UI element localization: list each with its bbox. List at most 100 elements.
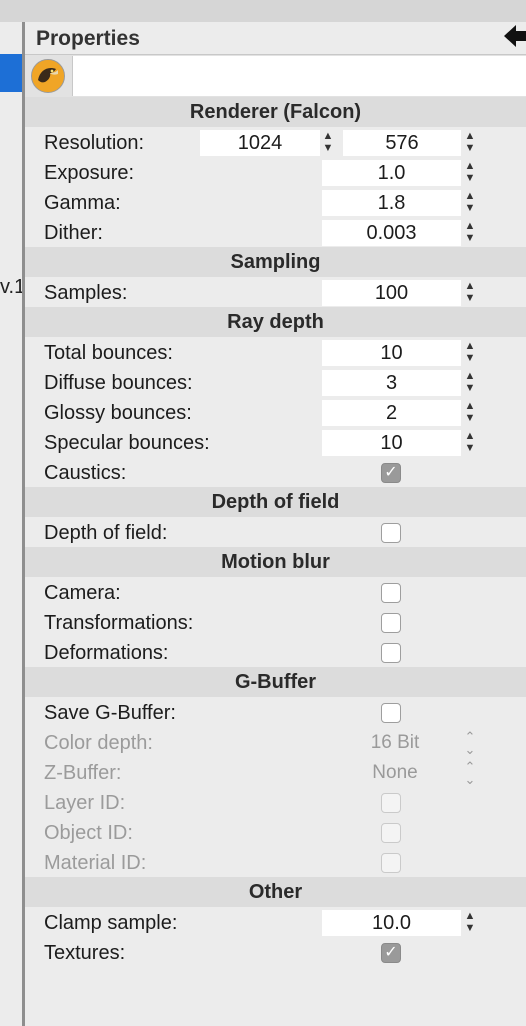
transformations-label: Transformations: [44, 612, 194, 634]
dither-label: Dither: [44, 222, 103, 244]
gamma-stepper[interactable]: ▲ ▼ [463, 190, 477, 216]
arrow-up-icon: ▲ [322, 130, 334, 142]
exposure-stepper[interactable]: ▲ ▼ [463, 160, 477, 186]
arrow-up-icon: ▲ [464, 280, 476, 292]
falcon-logo-icon[interactable] [31, 59, 65, 93]
gamma-label: Gamma: [44, 192, 121, 214]
exposure-label: Exposure: [44, 162, 135, 184]
depth-of-field-label: Depth of field: [44, 522, 168, 544]
camera-label: Camera: [44, 582, 121, 604]
arrow-down-icon: ▼ [464, 292, 476, 304]
panel-title: Properties [36, 27, 140, 50]
arrow-up-icon: ▲ [464, 370, 476, 382]
section-ray-depth: Ray depth [25, 307, 526, 337]
arrow-down-icon: ▼ [464, 382, 476, 394]
arrow-up-icon: ▲ [464, 910, 476, 922]
samples-label: Samples: [44, 282, 128, 304]
diffuse-bounces-label: Diffuse bounces: [44, 372, 193, 394]
gamma-field[interactable]: 1.8 [322, 190, 461, 216]
arrow-down-icon: ▼ [464, 202, 476, 214]
glossy-bounces-stepper[interactable]: ▲ ▼ [463, 400, 477, 426]
textures-checkbox[interactable]: ✓ [381, 943, 401, 963]
clamp-sample-label: Clamp sample: [44, 912, 178, 934]
caustics-checkbox[interactable]: ✓ [381, 463, 401, 483]
arrow-up-icon: ▲ [464, 340, 476, 352]
chevron-down-icon: ⌄ [464, 742, 476, 757]
material-id-checkbox[interactable] [381, 853, 401, 873]
resolution-width-field[interactable]: 1024 [200, 130, 320, 156]
z-buffer-label: Z-Buffer: [44, 762, 122, 784]
clamp-sample-field[interactable]: 10.0 [322, 910, 461, 936]
left-panel-selected-row[interactable] [0, 54, 23, 92]
section-other: Other [25, 877, 526, 907]
section-depth-of-field: Depth of field [25, 487, 526, 517]
section-motion-blur: Motion blur [25, 547, 526, 577]
arrow-up-icon: ▲ [464, 160, 476, 172]
total-bounces-field[interactable]: 10 [322, 340, 461, 366]
object-id-label: Object ID: [44, 822, 133, 844]
deformations-checkbox[interactable] [381, 643, 401, 663]
specular-bounces-field[interactable]: 10 [322, 430, 461, 456]
arrow-down-icon: ▼ [322, 142, 334, 154]
panel-header: Properties [25, 22, 526, 55]
arrow-down-icon: ▼ [464, 412, 476, 424]
arrow-down-icon: ▼ [464, 442, 476, 454]
save-g-buffer-label: Save G-Buffer: [44, 702, 176, 724]
total-bounces-stepper[interactable]: ▲ ▼ [463, 340, 477, 366]
resolution-width-stepper[interactable]: ▲ ▼ [321, 130, 335, 156]
glossy-bounces-label: Glossy bounces: [44, 402, 192, 424]
total-bounces-label: Total bounces: [44, 342, 173, 364]
arrow-up-icon: ▲ [464, 430, 476, 442]
renderer-field[interactable] [72, 56, 526, 96]
arrow-down-icon: ▼ [464, 142, 476, 154]
resolution-height-stepper[interactable]: ▲ ▼ [463, 130, 477, 156]
material-id-label: Material ID: [44, 852, 147, 874]
color-depth-select[interactable]: 16 Bit [355, 728, 435, 758]
diffuse-bounces-field[interactable]: 3 [322, 370, 461, 396]
arrow-down-icon: ▼ [464, 922, 476, 934]
section-g-buffer: G-Buffer [25, 667, 526, 697]
color-depth-label: Color depth: [44, 732, 153, 754]
transformations-checkbox[interactable] [381, 613, 401, 633]
arrow-up-icon: ▲ [464, 130, 476, 142]
arrow-down-icon: ▼ [464, 352, 476, 364]
chevron-updown-icon[interactable]: ⌃ ⌄ [462, 730, 478, 758]
specular-bounces-stepper[interactable]: ▲ ▼ [463, 430, 477, 456]
layer-id-label: Layer ID: [44, 792, 126, 814]
layer-id-checkbox[interactable] [381, 793, 401, 813]
depth-of-field-checkbox[interactable] [381, 523, 401, 543]
properties-panel: Properties Renderer (Falcon) Resolution:… [25, 22, 526, 1026]
specular-bounces-label: Specular bounces: [44, 432, 210, 454]
dither-stepper[interactable]: ▲ ▼ [463, 220, 477, 246]
left-panel: v.1 [0, 22, 23, 1026]
z-buffer-select[interactable]: None [355, 758, 435, 788]
arrow-up-icon: ▲ [464, 400, 476, 412]
clamp-sample-stepper[interactable]: ▲ ▼ [463, 910, 477, 936]
save-g-buffer-checkbox[interactable] [381, 703, 401, 723]
deformations-label: Deformations: [44, 642, 169, 664]
window-toolbar [0, 0, 526, 23]
camera-checkbox[interactable] [381, 583, 401, 603]
textures-label: Textures: [44, 942, 126, 964]
arrow-down-icon: ▼ [464, 232, 476, 244]
resolution-label: Resolution: [44, 132, 145, 154]
object-id-checkbox[interactable] [381, 823, 401, 843]
renderer-selector-row [25, 55, 526, 98]
section-renderer: Renderer (Falcon) [25, 97, 526, 127]
dither-field[interactable]: 0.003 [322, 220, 461, 246]
exposure-field[interactable]: 1.0 [322, 160, 461, 186]
arrow-up-icon: ▲ [464, 220, 476, 232]
section-sampling: Sampling [25, 247, 526, 277]
resolution-height-field[interactable]: 576 [343, 130, 461, 156]
arrow-down-icon: ▼ [464, 172, 476, 184]
glossy-bounces-field[interactable]: 2 [322, 400, 461, 426]
arrow-left-icon[interactable] [504, 24, 526, 53]
diffuse-bounces-stepper[interactable]: ▲ ▼ [463, 370, 477, 396]
chevron-down-icon: ⌄ [464, 772, 476, 787]
samples-field[interactable]: 100 [322, 280, 461, 306]
arrow-up-icon: ▲ [464, 190, 476, 202]
left-panel-text: v.1 [0, 276, 23, 298]
caustics-label: Caustics: [44, 462, 127, 484]
samples-stepper[interactable]: ▲ ▼ [463, 280, 477, 306]
chevron-updown-icon[interactable]: ⌃ ⌄ [462, 760, 478, 788]
